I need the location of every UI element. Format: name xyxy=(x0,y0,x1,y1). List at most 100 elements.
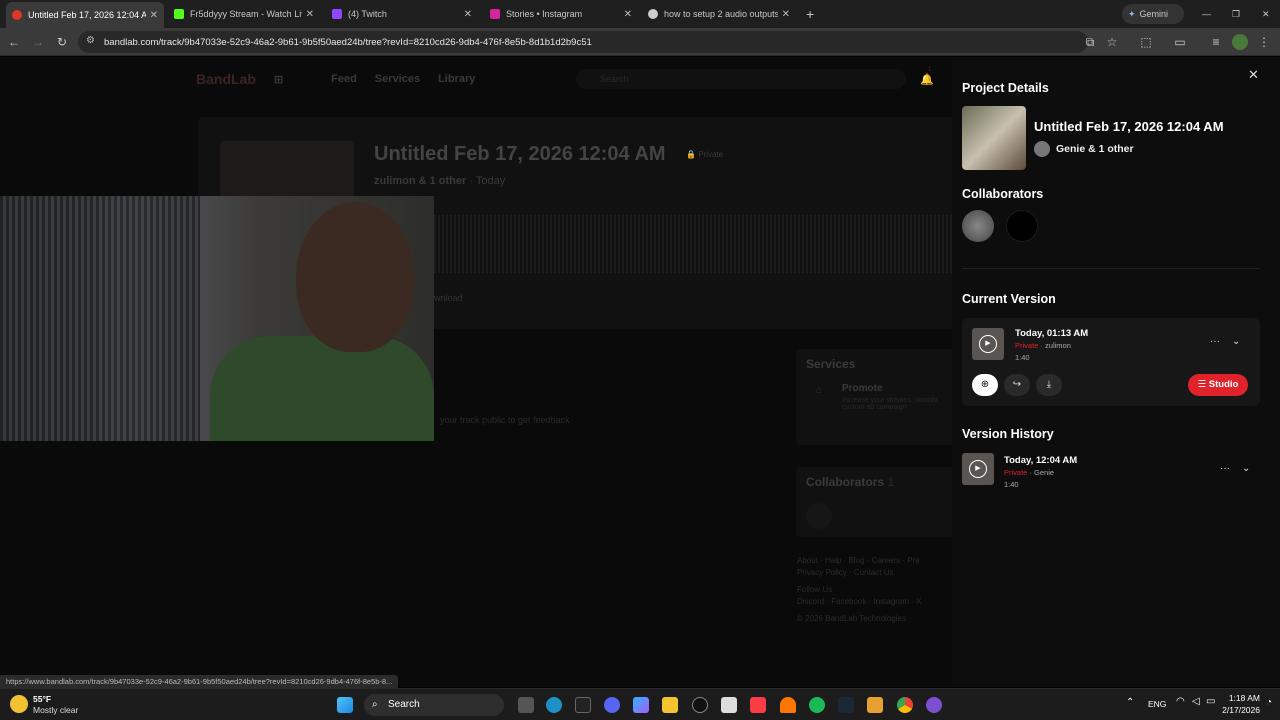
steam-icon[interactable] xyxy=(838,697,854,713)
browser-toolbar: ← → ↻ ⚙ bandlab.com/track/9b47033e-52c9-… xyxy=(0,28,1280,56)
link-status-url: https://www.bandlab.com/track/9b47033e-5… xyxy=(0,675,399,688)
profile-avatar[interactable] xyxy=(1232,34,1248,50)
tab-search-icon[interactable]: ≡ xyxy=(1208,34,1224,50)
language-indicator[interactable]: ENG xyxy=(1148,699,1166,709)
notifications-bell-icon[interactable]: 🔔 xyxy=(920,73,934,86)
address-bar[interactable]: ⚙ bandlab.com/track/9b47033e-52c9-46a2-9… xyxy=(78,31,1088,53)
close-tab-icon[interactable]: ✕ xyxy=(464,9,472,20)
chevron-up-icon[interactable]: ⌃ xyxy=(1126,697,1134,708)
history-version-duration: 1:40 xyxy=(1004,480,1019,489)
apps-grid-icon[interactable]: ⊞ xyxy=(274,73,283,86)
weather-moon-icon[interactable] xyxy=(10,695,28,713)
app-icon[interactable] xyxy=(575,697,591,713)
task-view-icon[interactable] xyxy=(518,697,534,713)
close-tab-icon[interactable]: ✕ xyxy=(150,10,158,21)
bandlab-logo[interactable]: BandLab xyxy=(196,71,256,87)
close-panel-icon[interactable]: ✕ xyxy=(1248,67,1259,83)
taskbar-search-box[interactable]: ⌕ Search xyxy=(364,694,504,716)
app-icon[interactable] xyxy=(692,697,708,713)
nav-feed[interactable]: Feed xyxy=(331,73,357,85)
chrome-icon[interactable] xyxy=(897,697,913,713)
nav-library[interactable]: Library xyxy=(438,73,475,85)
tab-twitch[interactable]: (4) Twitch ✕ xyxy=(326,4,478,24)
close-window-button[interactable]: ✕ xyxy=(1256,4,1270,24)
history-version-time: Today, 12:04 AM xyxy=(1004,455,1078,466)
soundcloud-icon[interactable] xyxy=(780,697,796,713)
panel-heading: Project Details xyxy=(962,81,1049,95)
tab-instagram[interactable]: Stories • Instagram ✕ xyxy=(484,4,638,24)
notification-center-icon[interactable]: ◔ xyxy=(1266,697,1272,708)
weather-desc[interactable]: Mostly clear xyxy=(33,705,78,715)
minimize-window-button[interactable]: — xyxy=(1196,4,1211,24)
person-shirt xyxy=(210,336,434,441)
store-icon[interactable] xyxy=(721,697,737,713)
project-artwork xyxy=(962,106,1026,170)
bandlab-search-input[interactable]: Search xyxy=(576,69,906,89)
maximize-window-button[interactable]: ❐ xyxy=(1226,4,1240,24)
download-button[interactable]: wnload xyxy=(434,293,463,303)
windows-taskbar: 55°F Mostly clear ⌕ Search ⌃ ENG ◠ ◁ ▭ 1… xyxy=(0,688,1280,720)
spotify-icon[interactable] xyxy=(809,697,825,713)
volume-icon[interactable]: ◁ xyxy=(1192,696,1200,707)
panel-scrollbar[interactable] xyxy=(1272,65,1278,685)
site-info-icon[interactable]: ⚙ xyxy=(86,35,95,46)
browser-menu-icon[interactable]: ⋮ xyxy=(1256,34,1272,50)
play-icon[interactable]: ▶ xyxy=(979,335,997,353)
open-studio-button[interactable]: ☰ Studio xyxy=(1188,374,1248,396)
app-icon[interactable] xyxy=(926,697,942,713)
windows-start-icon[interactable] xyxy=(337,697,353,713)
play-icon[interactable]: ▶ xyxy=(969,460,987,478)
edge-icon[interactable] xyxy=(546,697,562,713)
collaborator-avatar[interactable] xyxy=(806,503,832,529)
weather-temp[interactable]: 55°F xyxy=(33,694,51,704)
promote-link[interactable]: Promote xyxy=(842,383,883,394)
history-version-thumb[interactable]: ▶ xyxy=(962,453,994,485)
gemini-icon: ✦ xyxy=(1128,8,1136,19)
reload-icon[interactable]: ↻ xyxy=(54,34,70,50)
track-title: Untitled Feb 17, 2026 12:04 AM xyxy=(374,143,666,165)
side-panel-icon[interactable]: ▭ xyxy=(1172,34,1188,50)
download-button[interactable]: ⤓ xyxy=(1036,374,1062,396)
promote-icon: ⌂ xyxy=(816,385,823,396)
close-tab-icon[interactable]: ✕ xyxy=(306,9,314,20)
close-tab-icon[interactable]: ✕ xyxy=(624,9,632,20)
back-arrow-icon[interactable]: ← xyxy=(6,34,22,50)
more-options-icon[interactable]: ··· xyxy=(1210,336,1220,347)
more-options-icon[interactable]: ··· xyxy=(1220,463,1230,474)
close-tab-icon[interactable]: ✕ xyxy=(782,9,790,20)
wifi-icon[interactable]: ◠ xyxy=(1176,696,1185,707)
search-icon: ⌕ xyxy=(372,699,378,710)
globe-publish-button[interactable]: ⊕ xyxy=(972,374,998,396)
waveform[interactable] xyxy=(434,215,952,273)
discord-icon[interactable] xyxy=(604,697,620,713)
person-head xyxy=(296,202,414,352)
tab-google[interactable]: how to setup 2 audio outputs o ✕ xyxy=(642,4,796,24)
extensions-icon[interactable]: ⬚ xyxy=(1138,34,1154,50)
new-tab-button[interactable]: + xyxy=(800,4,820,24)
file-explorer-icon[interactable] xyxy=(662,697,678,713)
clock-date[interactable]: 2/17/2026 xyxy=(1210,705,1260,715)
clock-time[interactable]: 1:18 AM xyxy=(1216,693,1260,703)
share-button[interactable]: ↪ xyxy=(1004,374,1030,396)
app-icon[interactable] xyxy=(867,697,883,713)
nav-services[interactable]: Services xyxy=(375,73,420,85)
gemini-button[interactable]: ✦ Gemini xyxy=(1122,4,1184,24)
copilot-icon[interactable] xyxy=(633,697,649,713)
collaborator-avatar-2[interactable] xyxy=(1006,210,1038,242)
version-history-item[interactable]: ▶ Today, 12:04 AM Private · Genie 1:40 ·… xyxy=(962,453,1260,489)
apple-music-icon[interactable] xyxy=(750,697,766,713)
studio-icon: ☰ xyxy=(1197,379,1207,390)
chevron-down-icon[interactable]: ⌄ xyxy=(1232,336,1240,347)
current-version-thumb[interactable]: ▶ xyxy=(972,328,1004,360)
project-details-panel: Project Details ✕ Untitled Feb 17, 2026 … xyxy=(952,57,1280,687)
feedback-hint: your track public to get feedback xyxy=(440,415,570,425)
tab-kick[interactable]: Fr5ddyyy Stream - Watch Live o ✕ xyxy=(168,4,320,24)
forward-arrow-icon[interactable]: → xyxy=(30,34,46,50)
tab-bandlab[interactable]: Untitled Feb 17, 2026 12:04 AM ✕ xyxy=(6,2,164,28)
chevron-down-icon[interactable]: ⌄ xyxy=(1242,463,1250,474)
project-owner[interactable]: Genie & 1 other xyxy=(1056,143,1134,155)
collaborator-avatar-1[interactable] xyxy=(962,210,994,242)
install-app-icon[interactable]: ⧉ xyxy=(1082,34,1098,50)
bookmark-star-icon[interactable]: ☆ xyxy=(1104,34,1120,50)
current-version-card: ▶ Today, 01:13 AM Private · zulimon 1:40… xyxy=(962,318,1260,406)
